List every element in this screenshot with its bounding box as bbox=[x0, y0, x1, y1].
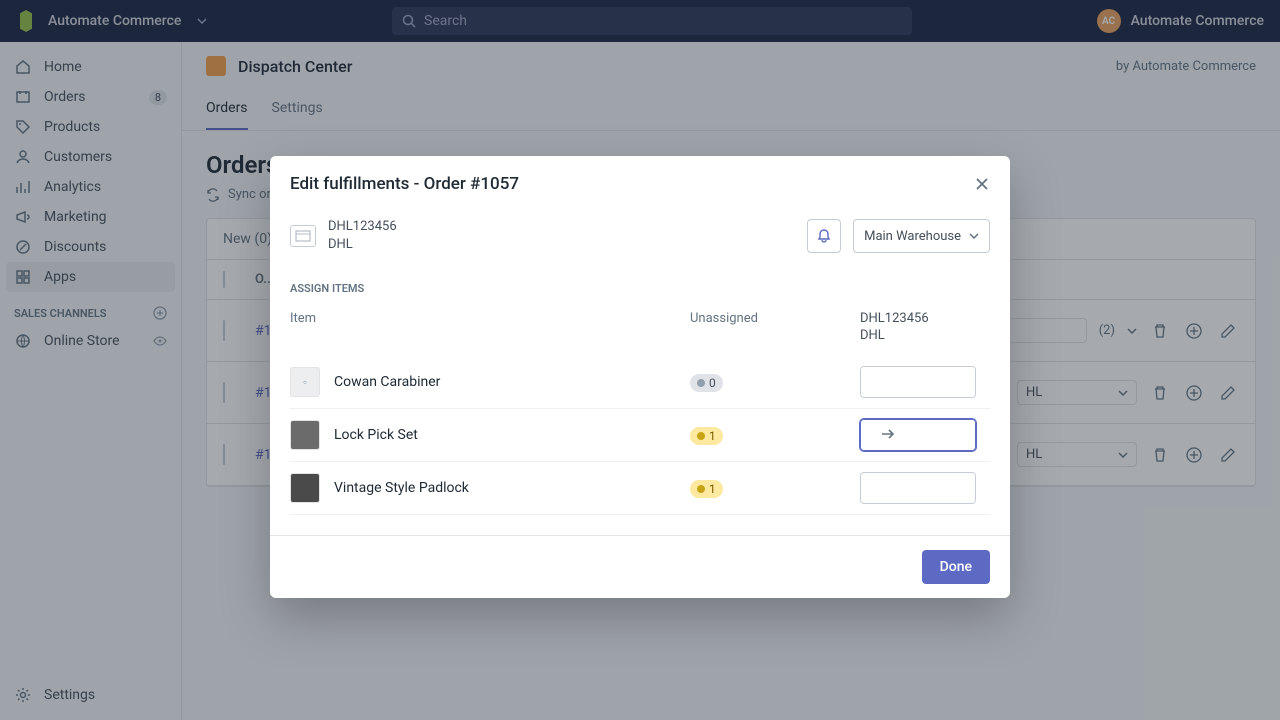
quantity-stepper[interactable]: ▲ ▼ bbox=[860, 366, 976, 398]
close-icon[interactable] bbox=[974, 176, 990, 192]
item-row: Lock Pick Set 1 ▲ ▼ bbox=[290, 409, 990, 462]
item-row: Vintage Style Padlock 1 ▲ ▼ bbox=[290, 462, 990, 515]
assign-items-label: ASSIGN ITEMS bbox=[270, 270, 1010, 303]
warehouse-select[interactable]: Main Warehouse bbox=[853, 219, 990, 253]
col-unassigned: Unassigned bbox=[690, 311, 860, 345]
col-fulfillment: DHL123456 DHL bbox=[860, 311, 990, 345]
quantity-input[interactable] bbox=[861, 473, 976, 503]
item-name: Vintage Style Padlock bbox=[334, 480, 690, 496]
item-name: Cowan Carabiner bbox=[334, 374, 690, 390]
shipment-icon bbox=[290, 225, 316, 247]
arrow-right-icon bbox=[880, 427, 896, 441]
unassigned-badge: 1 bbox=[690, 480, 723, 498]
product-thumbnail bbox=[290, 473, 320, 503]
quantity-input[interactable] bbox=[861, 420, 976, 450]
col-item: Item bbox=[290, 311, 690, 345]
tracking-number: DHL123456 bbox=[328, 218, 795, 236]
quantity-stepper[interactable]: ▲ ▼ bbox=[860, 472, 976, 504]
edit-fulfillments-modal: Edit fulfillments - Order #1057 DHL12345… bbox=[270, 156, 1010, 598]
carrier-name: DHL bbox=[328, 236, 795, 254]
done-button[interactable]: Done bbox=[922, 550, 990, 584]
unassigned-badge: 0 bbox=[690, 374, 723, 392]
item-row: ◦ Cowan Carabiner 0 ▲ ▼ bbox=[290, 356, 990, 409]
notification-button[interactable] bbox=[807, 219, 841, 253]
product-thumbnail bbox=[290, 420, 320, 450]
product-thumbnail: ◦ bbox=[290, 367, 320, 397]
modal-title: Edit fulfillments - Order #1057 bbox=[290, 174, 519, 194]
quantity-input[interactable] bbox=[861, 367, 976, 397]
item-name: Lock Pick Set bbox=[334, 427, 690, 443]
quantity-stepper[interactable]: ▲ ▼ bbox=[860, 419, 976, 451]
unassigned-badge: 1 bbox=[690, 427, 723, 445]
